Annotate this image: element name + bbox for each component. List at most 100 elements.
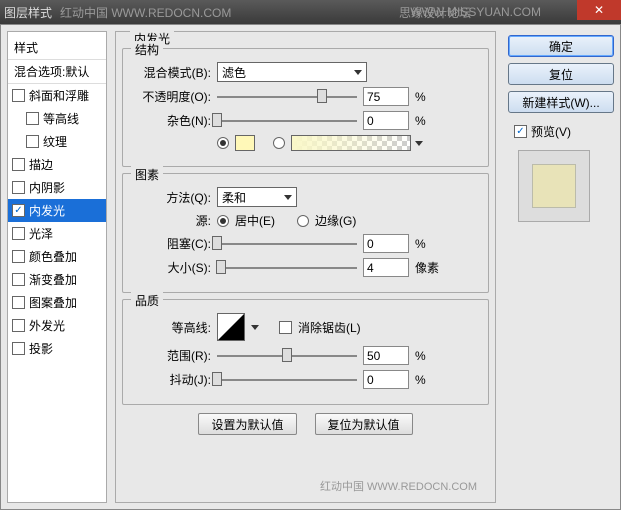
color-radio[interactable] bbox=[217, 137, 229, 149]
style-item-6[interactable]: 光泽 bbox=[8, 222, 106, 245]
style-label: 内发光 bbox=[29, 202, 65, 219]
watermark-1: 红动中国 WWW.REDOCN.COM bbox=[60, 4, 231, 21]
opacity-label: 不透明度(O): bbox=[133, 88, 211, 105]
set-default-button[interactable]: 设置为默认值 bbox=[198, 413, 296, 435]
style-checkbox[interactable] bbox=[12, 342, 25, 355]
dialog-body: 样式 混合选项:默认 斜面和浮雕等高线纹理描边内阴影内发光光泽颜色叠加渐变叠加图… bbox=[0, 24, 621, 510]
quality-title: 品质 bbox=[131, 292, 163, 309]
style-label: 斜面和浮雕 bbox=[29, 87, 89, 104]
antialias-checkbox[interactable] bbox=[279, 321, 292, 334]
source-center-radio[interactable] bbox=[217, 215, 229, 227]
opacity-slider[interactable] bbox=[217, 88, 357, 106]
style-item-5[interactable]: 内发光 bbox=[8, 199, 106, 222]
source-edge-label[interactable]: 边缘(G) bbox=[315, 212, 356, 229]
range-input[interactable]: 50 bbox=[363, 346, 409, 365]
unit-percent: % bbox=[415, 373, 426, 387]
size-slider[interactable] bbox=[217, 259, 357, 277]
technique-select[interactable]: 柔和 bbox=[217, 187, 297, 207]
size-label: 大小(S): bbox=[133, 259, 211, 276]
blend-options-item[interactable]: 混合选项:默认 bbox=[8, 59, 106, 84]
style-label: 图案叠加 bbox=[29, 294, 77, 311]
ok-button[interactable]: 确定 bbox=[508, 35, 614, 57]
structure-title: 结构 bbox=[131, 41, 163, 58]
opacity-input[interactable]: 75 bbox=[363, 87, 409, 106]
unit-percent: % bbox=[415, 90, 426, 104]
size-input[interactable]: 4 bbox=[363, 258, 409, 277]
watermark-2: WWW.MISSYUAN.COM bbox=[410, 5, 541, 19]
source-edge-radio[interactable] bbox=[297, 215, 309, 227]
style-label: 等高线 bbox=[43, 110, 79, 127]
color-swatch[interactable] bbox=[235, 135, 255, 151]
titlebar: 图层样式 红动中国 WWW.REDOCN.COM 思缘设计论坛 WWW.MISS… bbox=[0, 0, 621, 24]
style-label: 光泽 bbox=[29, 225, 53, 242]
style-checkbox[interactable] bbox=[12, 158, 25, 171]
unit-px: 像素 bbox=[415, 259, 439, 276]
style-item-4[interactable]: 内阴影 bbox=[8, 176, 106, 199]
style-item-3[interactable]: 描边 bbox=[8, 153, 106, 176]
choke-input[interactable]: 0 bbox=[363, 234, 409, 253]
style-item-9[interactable]: 图案叠加 bbox=[8, 291, 106, 314]
chevron-down-icon[interactable] bbox=[251, 325, 259, 330]
gradient-picker[interactable] bbox=[291, 135, 411, 151]
technique-label: 方法(Q): bbox=[133, 189, 211, 206]
style-item-10[interactable]: 外发光 bbox=[8, 314, 106, 337]
style-item-11[interactable]: 投影 bbox=[8, 337, 106, 360]
quality-group: 品质 等高线: 消除锯齿(L) 范围(R): 50 % 抖动(J): bbox=[122, 299, 489, 405]
style-checkbox[interactable] bbox=[12, 319, 25, 332]
style-checkbox[interactable] bbox=[12, 296, 25, 309]
styles-header[interactable]: 样式 bbox=[8, 36, 106, 59]
style-item-1[interactable]: 等高线 bbox=[8, 107, 106, 130]
preview-box bbox=[518, 150, 590, 222]
jitter-input[interactable]: 0 bbox=[363, 370, 409, 389]
window-title: 图层样式 bbox=[4, 4, 52, 21]
chevron-down-icon[interactable] bbox=[415, 141, 423, 146]
gradient-radio[interactable] bbox=[273, 137, 285, 149]
style-label: 颜色叠加 bbox=[29, 248, 77, 265]
style-checkbox[interactable] bbox=[26, 135, 39, 148]
new-style-button[interactable]: 新建样式(W)... bbox=[508, 91, 614, 113]
style-label: 纹理 bbox=[43, 133, 67, 150]
preview-label[interactable]: 预览(V) bbox=[531, 123, 571, 140]
footer-watermark: 红动中国 WWW.REDOCN.COM bbox=[312, 476, 485, 496]
close-button[interactable]: ✕ bbox=[577, 0, 621, 20]
preview-checkbox[interactable] bbox=[514, 125, 527, 138]
structure-group: 结构 混合模式(B): 滤色 不透明度(O): 75 % 杂色(N): bbox=[122, 48, 489, 167]
reset-default-button[interactable]: 复位为默认值 bbox=[315, 413, 413, 435]
range-slider[interactable] bbox=[217, 347, 357, 365]
technique-value: 柔和 bbox=[222, 189, 246, 206]
choke-slider[interactable] bbox=[217, 235, 357, 253]
right-panel: 确定 复位 新建样式(W)... 预览(V) bbox=[504, 31, 614, 503]
style-checkbox[interactable] bbox=[12, 273, 25, 286]
blend-mode-value: 滤色 bbox=[222, 64, 246, 81]
noise-label: 杂色(N): bbox=[133, 112, 211, 129]
settings-panel: 内发光 结构 混合模式(B): 滤色 不透明度(O): 75 % bbox=[107, 31, 504, 503]
unit-percent: % bbox=[415, 349, 426, 363]
choke-label: 阻塞(C): bbox=[133, 235, 211, 252]
style-checkbox[interactable] bbox=[12, 227, 25, 240]
cancel-button[interactable]: 复位 bbox=[508, 63, 614, 85]
jitter-label: 抖动(J): bbox=[133, 371, 211, 388]
source-label: 源: bbox=[133, 212, 211, 229]
close-icon: ✕ bbox=[594, 3, 604, 17]
styles-list: 样式 混合选项:默认 斜面和浮雕等高线纹理描边内阴影内发光光泽颜色叠加渐变叠加图… bbox=[7, 31, 107, 503]
blend-mode-label: 混合模式(B): bbox=[133, 64, 211, 81]
style-item-2[interactable]: 纹理 bbox=[8, 130, 106, 153]
elements-title: 图素 bbox=[131, 166, 163, 183]
style-checkbox[interactable] bbox=[12, 181, 25, 194]
style-checkbox[interactable] bbox=[12, 204, 25, 217]
source-center-label[interactable]: 居中(E) bbox=[235, 212, 275, 229]
style-checkbox[interactable] bbox=[12, 89, 25, 102]
style-checkbox[interactable] bbox=[12, 250, 25, 263]
noise-slider[interactable] bbox=[217, 112, 357, 130]
style-item-7[interactable]: 颜色叠加 bbox=[8, 245, 106, 268]
style-item-8[interactable]: 渐变叠加 bbox=[8, 268, 106, 291]
noise-input[interactable]: 0 bbox=[363, 111, 409, 130]
contour-label: 等高线: bbox=[133, 319, 211, 336]
contour-picker[interactable] bbox=[217, 313, 245, 341]
jitter-slider[interactable] bbox=[217, 371, 357, 389]
antialias-label[interactable]: 消除锯齿(L) bbox=[298, 319, 361, 336]
style-checkbox[interactable] bbox=[26, 112, 39, 125]
blend-mode-select[interactable]: 滤色 bbox=[217, 62, 367, 82]
chevron-down-icon bbox=[284, 195, 292, 200]
style-item-0[interactable]: 斜面和浮雕 bbox=[8, 84, 106, 107]
